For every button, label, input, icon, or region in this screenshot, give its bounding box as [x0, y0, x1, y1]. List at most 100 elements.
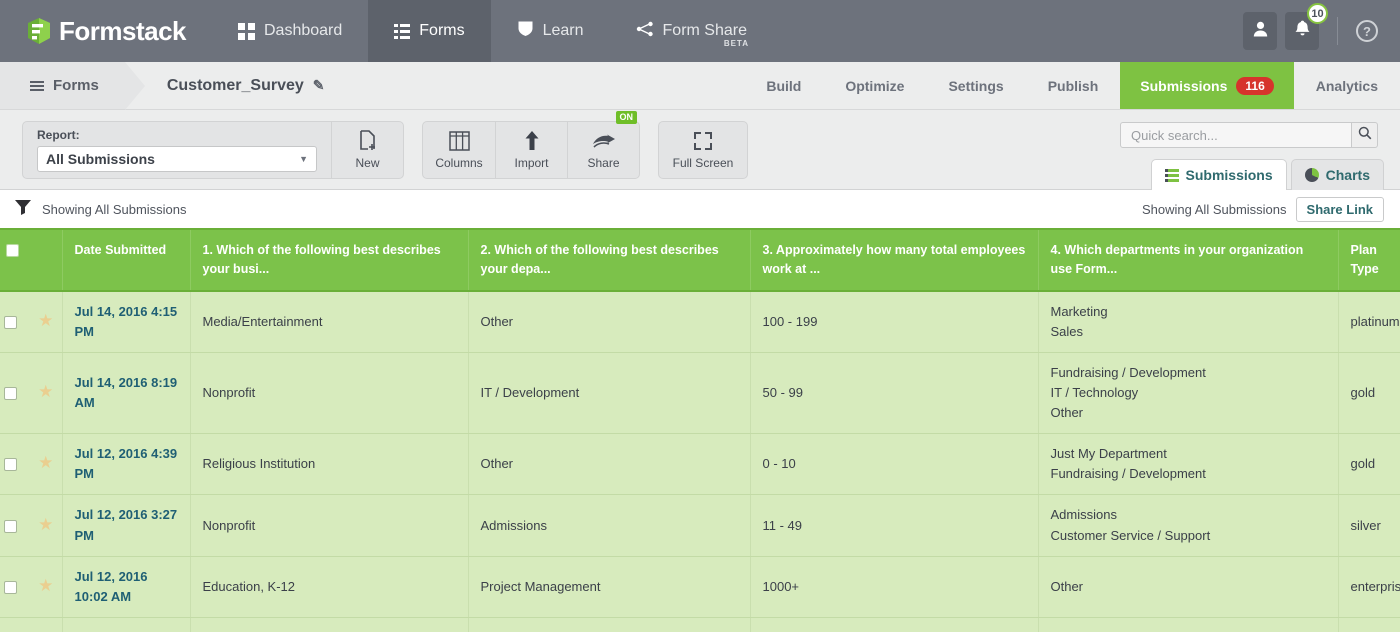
- search-button[interactable]: [1352, 122, 1378, 148]
- nav-item-dashboard-label: Dashboard: [264, 22, 342, 40]
- cell-plan-type: silver: [1338, 495, 1400, 556]
- nav-item-form-share[interactable]: Form Share BETA: [610, 0, 773, 62]
- cell-date-submitted[interactable]: Jul 12, 2016 4:39 PM: [62, 434, 190, 495]
- shield-icon: [517, 20, 534, 42]
- breadcrumb-form-name: Customer_Survey ✎: [125, 62, 325, 109]
- breadcrumb-forms-link[interactable]: Forms: [0, 62, 125, 109]
- row-checkbox[interactable]: [4, 316, 17, 329]
- star-icon[interactable]: ★: [38, 515, 53, 534]
- import-button[interactable]: Import: [495, 122, 567, 178]
- column-header-q3[interactable]: 3. Approximately how many total employee…: [750, 229, 1038, 291]
- row-checkbox[interactable]: [4, 387, 17, 400]
- row-checkbox[interactable]: [4, 458, 17, 471]
- tab-publish-label: Publish: [1048, 78, 1099, 94]
- nav-item-forms[interactable]: Forms: [368, 0, 490, 62]
- list-icon: [1165, 169, 1179, 182]
- row-star-cell: ★: [30, 291, 62, 353]
- cell-plan-type: gold: [1338, 352, 1400, 433]
- cell-date-submitted[interactable]: Jul 12, 2016 10:02 AM: [62, 556, 190, 617]
- new-report-button[interactable]: New: [331, 122, 403, 178]
- table-row[interactable]: ★Jul 12, 2016 3:27 PMNonprofitAdmissions…: [0, 495, 1400, 556]
- star-icon[interactable]: ★: [38, 311, 53, 330]
- cell-date-submitted[interactable]: Jul 14, 2016 4:15 PM: [62, 291, 190, 353]
- row-select-cell: [0, 434, 30, 495]
- table-row[interactable]: ★Jul 12, 2016 3:41 AMSmall BusinessProje…: [0, 618, 1400, 632]
- funnel-icon[interactable]: [8, 198, 32, 221]
- view-tab-charts[interactable]: Charts: [1291, 159, 1384, 190]
- table-row[interactable]: ★ Jul 14, 2016 4:15 PMMedia/Entertainment…: [0, 291, 1400, 353]
- star-icon[interactable]: ★: [38, 382, 53, 401]
- user-icon: [1253, 21, 1268, 42]
- column-header-q4[interactable]: 4. Which departments in your organizatio…: [1038, 229, 1338, 291]
- tab-analytics[interactable]: Analytics: [1294, 62, 1400, 109]
- submissions-table-wrapper[interactable]: Date Submitted 1. Which of the following…: [0, 228, 1400, 632]
- help-circle-icon[interactable]: ?: [1356, 20, 1378, 42]
- column-header-plan-type[interactable]: Plan Type: [1338, 229, 1400, 291]
- select-all-checkbox[interactable]: [6, 244, 19, 257]
- share-button[interactable]: ON Share: [567, 122, 639, 178]
- row-select-cell: [0, 556, 30, 617]
- cell-q1: Media/Entertainment: [190, 291, 468, 353]
- pie-chart-icon: [1305, 168, 1319, 182]
- top-nav-right-actions: 10 ?: [1243, 0, 1400, 62]
- cell-q2: Other: [468, 291, 750, 353]
- upload-arrow-icon: [524, 129, 540, 151]
- submissions-count-badge: 116: [1236, 77, 1273, 95]
- formstack-logo[interactable]: Formstack: [0, 0, 212, 62]
- cell-q4: MarketingSales: [1038, 291, 1338, 353]
- showing-label: Showing All Submissions: [1142, 202, 1287, 217]
- cell-date-submitted[interactable]: Jul 12, 2016 3:27 PM: [62, 495, 190, 556]
- table-row[interactable]: ★Jul 12, 2016 10:02 AMEducation, K-12Pro…: [0, 556, 1400, 617]
- grid-dots-icon: [238, 23, 255, 40]
- pencil-icon[interactable]: ✎: [313, 77, 325, 94]
- breadcrumb-bar: Forms Customer_Survey ✎ Build Optimize S…: [0, 62, 1400, 110]
- column-header-q2[interactable]: 2. Which of the following best describes…: [468, 229, 750, 291]
- cell-q1: Nonprofit: [190, 495, 468, 556]
- tab-build-label: Build: [766, 78, 801, 94]
- row-select-cell: [0, 352, 30, 433]
- row-select-cell: [0, 495, 30, 556]
- table-header: Date Submitted 1. Which of the following…: [0, 229, 1400, 291]
- tab-analytics-label: Analytics: [1316, 78, 1378, 94]
- columns-button[interactable]: Columns: [423, 122, 495, 178]
- view-tab-submissions[interactable]: Submissions: [1151, 159, 1287, 190]
- cell-q4: Customer Service / SupportMarketingSales: [1038, 618, 1338, 632]
- nav-item-dashboard[interactable]: Dashboard: [212, 0, 368, 62]
- column-header-q1[interactable]: 1. Which of the following best describes…: [190, 229, 468, 291]
- search-input[interactable]: [1120, 122, 1352, 148]
- new-report-label: New: [355, 156, 379, 170]
- cell-date-submitted[interactable]: Jul 12, 2016 3:41 AM: [62, 618, 190, 632]
- filter-right-actions: Showing All Submissions Share Link: [1142, 197, 1384, 222]
- cell-q4: Other: [1038, 556, 1338, 617]
- nav-item-learn[interactable]: Learn: [491, 0, 610, 62]
- tab-optimize[interactable]: Optimize: [823, 62, 926, 109]
- nav-item-form-share-label: Form Share BETA: [663, 22, 747, 40]
- formstack-logo-text: Formstack: [59, 16, 186, 47]
- row-checkbox[interactable]: [4, 581, 17, 594]
- share-nodes-icon: [636, 21, 654, 42]
- columns-label: Columns: [435, 156, 482, 170]
- tab-build[interactable]: Build: [744, 62, 823, 109]
- table-row[interactable]: ★Jul 14, 2016 8:19 AMNonprofitIT / Devel…: [0, 352, 1400, 433]
- cell-q2: Project Management: [468, 618, 750, 632]
- cell-date-submitted[interactable]: Jul 14, 2016 8:19 AM: [62, 352, 190, 433]
- star-icon[interactable]: ★: [38, 576, 53, 595]
- cell-q3: 100 - 199: [750, 291, 1038, 353]
- report-select[interactable]: All Submissions ▼: [37, 146, 317, 172]
- table-row[interactable]: ★Jul 12, 2016 4:39 PMReligious Instituti…: [0, 434, 1400, 495]
- full-screen-label: Full Screen: [673, 156, 734, 170]
- row-checkbox[interactable]: [4, 520, 17, 533]
- filter-status: Showing All Submissions: [4, 198, 187, 221]
- share-link-button[interactable]: Share Link: [1296, 197, 1384, 222]
- tab-settings[interactable]: Settings: [926, 62, 1025, 109]
- cell-q1: Nonprofit: [190, 352, 468, 433]
- tab-publish[interactable]: Publish: [1026, 62, 1121, 109]
- full-screen-button[interactable]: Full Screen: [659, 122, 747, 178]
- tab-submissions[interactable]: Submissions 116: [1120, 62, 1294, 109]
- cell-q3: 0 - 10: [750, 434, 1038, 495]
- new-document-icon: [359, 129, 377, 151]
- column-header-date-submitted[interactable]: Date Submitted: [62, 229, 190, 291]
- star-icon[interactable]: ★: [38, 453, 53, 472]
- account-button[interactable]: [1243, 12, 1277, 50]
- notifications-button[interactable]: 10: [1285, 12, 1319, 50]
